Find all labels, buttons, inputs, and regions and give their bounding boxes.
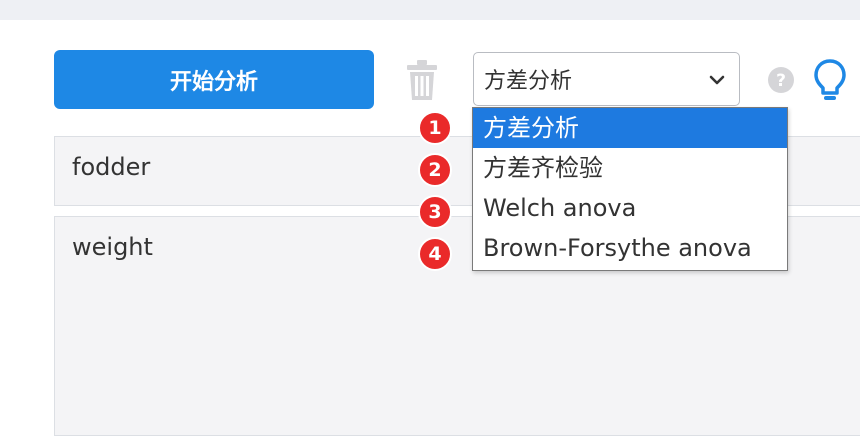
method-dropdown: 方差分析 方差齐检验 Welch anova Brown-Forsythe an… [472,107,788,271]
dropdown-option[interactable]: Brown-Forsythe anova [473,228,787,268]
svg-text:?: ? [776,71,786,91]
badge-1: 1 [418,111,452,145]
chevron-down-icon [707,70,727,90]
top-strip [0,0,860,20]
method-select[interactable]: 方差分析 [473,52,740,106]
badge-4: 4 [418,237,452,271]
badge-2: 2 [418,153,452,187]
dropdown-option[interactable]: 方差分析 [473,108,787,148]
lightbulb-icon[interactable] [812,58,848,104]
start-analysis-button[interactable]: 开始分析 [54,50,374,109]
factor-field-value: fodder [72,153,151,181]
badge-3: 3 [418,195,452,229]
response-field-value: weight [72,233,153,261]
dropdown-option[interactable]: Welch anova [473,188,787,228]
method-select-value: 方差分析 [484,69,573,94]
dropdown-option[interactable]: 方差齐检验 [473,148,787,188]
help-icon[interactable]: ? [767,66,795,94]
trash-icon[interactable] [403,58,441,102]
